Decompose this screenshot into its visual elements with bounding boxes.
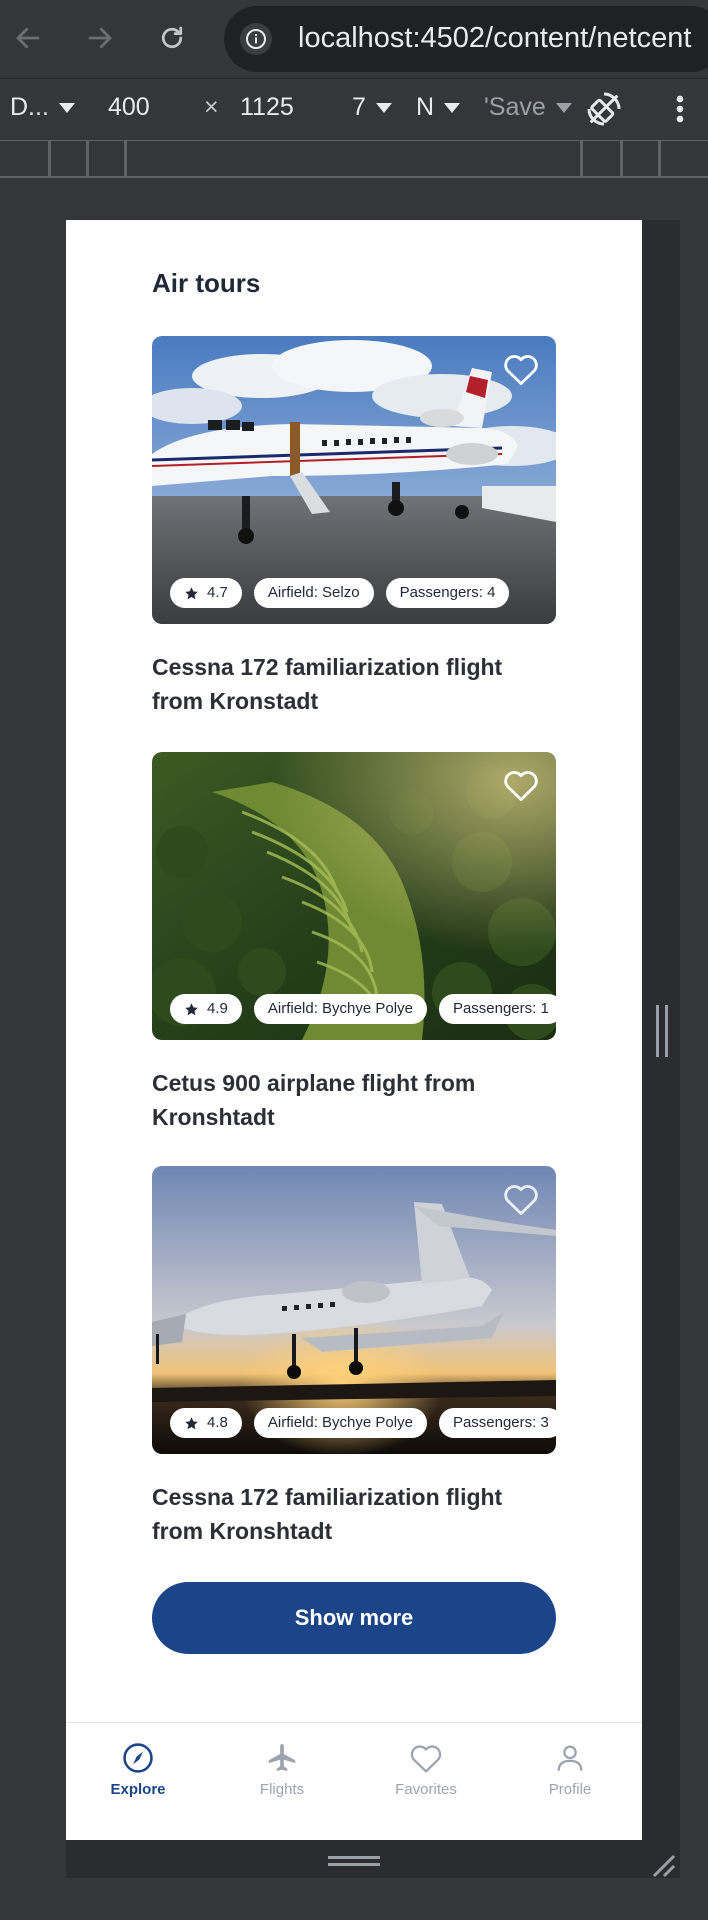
tour-title[interactable]: Cessna 172 familiarization flight from K…	[152, 1480, 556, 1548]
chevron-down-icon	[58, 102, 75, 113]
star-icon	[185, 1002, 198, 1015]
tour-title[interactable]: Cessna 172 familiarization flight from K…	[152, 650, 556, 718]
rating-badge: 4.9	[170, 994, 242, 1024]
tab-label: Profile	[548, 1781, 592, 1798]
save-label: 'Save	[484, 93, 546, 121]
plane-icon	[268, 1743, 296, 1772]
ruler-mark	[124, 141, 127, 177]
tour-image[interactable]: 4.7 Airfield: Selzo Passengers: 4	[152, 336, 556, 624]
throttle-select[interactable]: N	[416, 93, 461, 122]
more-vertical-icon	[676, 95, 684, 123]
passengers-text: Passengers: 1	[452, 1000, 549, 1017]
chevron-down-icon	[375, 102, 392, 113]
ruler-mark	[86, 141, 89, 177]
tour-card[interactable]: 4.9 Airfield: Bychye Polye Passengers: 1…	[152, 752, 556, 1134]
passengers-badge: Passengers: 1	[438, 994, 556, 1024]
tab-label: Flights	[259, 1781, 305, 1798]
rating-badge: 4.8	[170, 1408, 242, 1438]
width-value: 400	[108, 93, 150, 121]
tour-tags: 4.7 Airfield: Selzo Passengers: 4	[170, 578, 510, 608]
rotate-button[interactable]	[584, 89, 624, 129]
favorite-heart-icon[interactable]	[502, 352, 540, 386]
height-input[interactable]: 1125	[240, 93, 294, 122]
tab-label: Explore	[110, 1781, 166, 1798]
tab-explore[interactable]: Explore	[66, 1723, 210, 1840]
passengers-badge: Passengers: 3	[438, 1408, 556, 1438]
tour-title[interactable]: Cetus 900 airplane flight from Kronshtad…	[152, 1066, 556, 1134]
resize-corner-icon[interactable]	[648, 1850, 676, 1878]
airfield-badge: Airfield: Bychye Polye	[253, 994, 427, 1024]
star-icon	[185, 1416, 198, 1429]
airfield-text: Airfield: Bychye Polye	[267, 1000, 413, 1017]
airfield-badge: Airfield: Selzo	[253, 578, 374, 608]
section-title: Air tours	[152, 268, 261, 298]
tab-flights[interactable]: Flights	[210, 1723, 354, 1840]
device-toolbar: D... 400 × 1125 7 N 'Save	[0, 78, 708, 140]
tour-tags: 4.9 Airfield: Bychye Polye Passengers: 1	[170, 994, 556, 1024]
reload-button[interactable]	[154, 20, 190, 56]
rotate-icon	[587, 92, 621, 126]
rating-value: 4.8	[207, 1414, 228, 1431]
compass-icon	[123, 1743, 153, 1773]
back-button[interactable]	[10, 20, 46, 56]
zoom-label: 7	[352, 93, 366, 121]
tour-tags: 4.8 Airfield: Bychye Polye Passengers: 3	[170, 1408, 556, 1438]
device-viewport: Air tours 4.7 Airfield: Selzo Passengers…	[66, 220, 642, 1840]
browser-toolbar: localhost:4502/content/netcent	[0, 0, 708, 78]
reload-icon	[161, 26, 183, 49]
tab-favorites[interactable]: Favorites	[354, 1723, 498, 1840]
star-icon	[185, 586, 198, 599]
ruler-mark	[620, 141, 623, 177]
tour-card[interactable]: 4.8 Airfield: Bychye Polye Passengers: 3…	[152, 1166, 556, 1548]
site-info-icon[interactable]	[240, 23, 272, 55]
favorite-heart-icon[interactable]	[502, 1182, 540, 1216]
device-label: D...	[10, 93, 49, 121]
tab-profile[interactable]: Profile	[498, 1723, 642, 1840]
url-text: localhost:4502/content/netcent	[298, 22, 692, 54]
arrow-right-icon	[88, 27, 112, 49]
favorite-heart-icon[interactable]	[502, 768, 540, 802]
times-sign: ×	[204, 93, 219, 121]
height-value: 1125	[240, 93, 294, 121]
tab-label: Favorites	[395, 1781, 457, 1798]
airfield-badge: Airfield: Bychye Polye	[253, 1408, 427, 1438]
heart-icon	[410, 1745, 442, 1773]
bottom-tab-bar: Explore Flights Favorites Profile	[66, 1722, 642, 1840]
zoom-select[interactable]: 7	[352, 93, 392, 122]
rating-value: 4.7	[207, 584, 228, 601]
passengers-text: Passengers: 4	[399, 584, 496, 601]
passengers-text: Passengers: 3	[452, 1414, 549, 1431]
ruler-mark	[580, 141, 583, 177]
arrow-left-icon	[16, 27, 40, 49]
dimension-separator: ×	[204, 93, 219, 122]
address-bar[interactable]: localhost:4502/content/netcent	[224, 6, 708, 72]
ruler-mark	[658, 141, 661, 177]
person-icon	[557, 1745, 583, 1771]
resize-handle-bottom[interactable]	[328, 1856, 380, 1866]
passengers-badge: Passengers: 4	[385, 578, 510, 608]
tour-image[interactable]: 4.8 Airfield: Bychye Polye Passengers: 3	[152, 1166, 556, 1454]
width-input[interactable]: 400	[108, 93, 150, 122]
tour-card[interactable]: 4.7 Airfield: Selzo Passengers: 4 Cessna…	[152, 336, 556, 718]
rating-badge: 4.7	[170, 578, 242, 608]
chevron-down-icon	[444, 102, 461, 113]
tour-image[interactable]: 4.9 Airfield: Bychye Polye Passengers: 1	[152, 752, 556, 1040]
throttle-label: N	[416, 93, 435, 121]
device-select[interactable]: D...	[10, 93, 75, 122]
chevron-down-icon	[555, 102, 572, 113]
forward-button[interactable]	[82, 20, 118, 56]
resize-handle-right[interactable]	[656, 1005, 668, 1057]
more-options-button[interactable]	[670, 89, 690, 129]
save-data-select[interactable]: 'Save	[484, 93, 572, 122]
media-query-ruler[interactable]	[0, 140, 708, 178]
airfield-text: Airfield: Selzo	[267, 584, 360, 601]
rating-value: 4.9	[207, 1000, 228, 1017]
ruler-mark	[48, 141, 51, 177]
airfield-text: Airfield: Bychye Polye	[267, 1414, 413, 1431]
show-more-button[interactable]: Show more	[152, 1582, 556, 1654]
